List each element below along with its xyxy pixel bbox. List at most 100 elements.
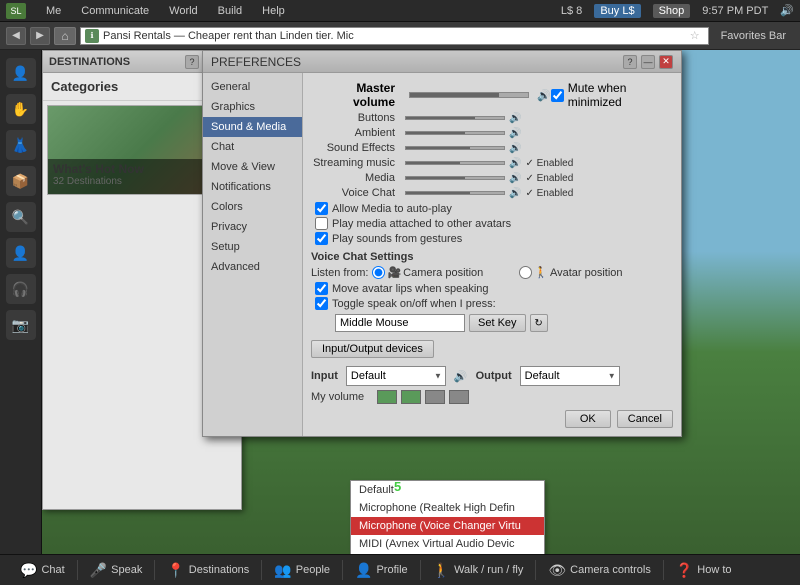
taskbar-howto[interactable]: ❓ How to xyxy=(666,558,742,583)
prefs-close-button[interactable]: ✕ xyxy=(659,55,673,69)
vol-ambient-icon[interactable]: 🔊 xyxy=(509,128,521,139)
input-dropdown-control[interactable]: Default ▼ xyxy=(346,366,446,386)
camera-position-option[interactable]: 🎥 Camera position xyxy=(372,266,483,279)
taskbar-destinations[interactable]: 📍 Destinations xyxy=(157,558,259,583)
vol-sound-effects-icon[interactable]: 🔊 xyxy=(509,143,521,154)
prefs-nav-graphics[interactable]: Graphics xyxy=(203,97,302,117)
input-select[interactable]: Default xyxy=(346,366,446,386)
vol-sound-effects-slider[interactable] xyxy=(405,146,505,150)
play-sounds-gestures-checkbox[interactable] xyxy=(315,232,328,245)
sidebar-snapshot-icon[interactable]: 📷 xyxy=(6,310,36,340)
vol-media-slider[interactable] xyxy=(405,176,505,180)
shop-button[interactable]: Shop xyxy=(653,4,691,18)
menu-communicate[interactable]: Communicate xyxy=(77,3,153,19)
buy-linden-button[interactable]: Buy L$ xyxy=(594,4,640,18)
preferences-titlebar: PREFERENCES ? — ✕ xyxy=(203,51,681,73)
camera-controls-icon: 👁 xyxy=(548,562,566,579)
sidebar-inventory-icon[interactable]: 📦 xyxy=(6,166,36,196)
prefs-nav-setup[interactable]: Setup xyxy=(203,237,302,257)
toggle-speak-label: Toggle speak on/off when I press: xyxy=(332,298,496,310)
output-select[interactable]: Default xyxy=(520,366,620,386)
vol-voice-chat-icon[interactable]: 🔊 xyxy=(509,188,521,199)
dd-item-midi[interactable]: MIDI (Avnex Virtual Audio Devic xyxy=(351,535,544,553)
navigation-bar: ◀ ▶ ⌂ ℹ Pansi Rentals — Cheaper rent tha… xyxy=(0,22,800,50)
vol-streaming-slider[interactable] xyxy=(405,161,505,165)
menu-build[interactable]: Build xyxy=(214,3,246,19)
vol-buttons-slider[interactable] xyxy=(405,116,505,120)
avatar-position-label: Avatar position xyxy=(550,267,623,279)
cancel-button[interactable]: Cancel xyxy=(617,410,673,428)
sidebar-profile-icon[interactable]: 👤 xyxy=(6,238,36,268)
refresh-button[interactable]: ↻ xyxy=(530,314,548,332)
taskbar-divider-2 xyxy=(154,560,155,580)
key-input-field[interactable] xyxy=(335,314,465,332)
play-media-avatars-row: Play media attached to other avatars xyxy=(311,217,673,230)
prefs-nav-sound-media[interactable]: Sound & Media xyxy=(203,117,302,137)
bookmark-button[interactable]: ☆ xyxy=(686,29,704,42)
taskbar-camera[interactable]: 👁 Camera controls xyxy=(538,558,660,583)
camera-position-radio[interactable] xyxy=(372,266,385,279)
sidebar-people-icon[interactable]: 👤 xyxy=(6,58,36,88)
prefs-nav-notifications[interactable]: Notifications xyxy=(203,177,302,197)
taskbar-walk-label: Walk / run / fly xyxy=(454,564,523,576)
key-input-section: Set Key ↻ xyxy=(311,314,673,332)
io-devices-button[interactable]: Input/Output devices xyxy=(311,340,434,358)
prefs-nav-advanced[interactable]: Advanced xyxy=(203,257,302,277)
auto-play-checkbox[interactable] xyxy=(315,202,328,215)
taskbar-speak[interactable]: 🎤 Speak xyxy=(80,558,153,583)
set-key-button[interactable]: Set Key xyxy=(469,314,526,332)
master-volume-slider[interactable] xyxy=(409,92,529,98)
auto-play-row: Allow Media to auto-play xyxy=(311,202,673,215)
move-avatar-checkbox[interactable] xyxy=(315,282,328,295)
vol-streaming-icon[interactable]: 🔊 xyxy=(509,158,521,169)
avatar-position-radio[interactable] xyxy=(519,266,532,279)
sidebar-search-icon[interactable]: 🔍 xyxy=(6,202,36,232)
url-bar[interactable]: ℹ Pansi Rentals — Cheaper rent than Lind… xyxy=(80,27,709,45)
taskbar-walk[interactable]: 🚶 Walk / run / fly xyxy=(423,558,534,583)
prefs-minimize-button[interactable]: — xyxy=(641,55,655,69)
ok-button[interactable]: OK xyxy=(565,410,611,428)
menu-me[interactable]: Me xyxy=(42,3,65,19)
volume-icon[interactable]: 🔊 xyxy=(780,4,794,17)
vol-voice-chat-slider[interactable] xyxy=(405,191,505,195)
master-volume-icon[interactable]: 🔊 xyxy=(537,89,551,102)
mute-minimized-checkbox[interactable] xyxy=(551,89,564,102)
prefs-help-button[interactable]: ? xyxy=(623,55,637,69)
output-dropdown-control[interactable]: Default ▼ xyxy=(520,366,620,386)
vol-ambient-label: Ambient xyxy=(311,127,401,139)
vol-media-icon[interactable]: 🔊 xyxy=(509,173,521,184)
taskbar-chat[interactable]: 💬 Chat xyxy=(10,558,75,583)
prefs-nav-chat[interactable]: Chat xyxy=(203,137,302,157)
toggle-speak-checkbox[interactable] xyxy=(315,297,328,310)
sidebar-audio-icon[interactable]: 🎧 xyxy=(6,274,36,304)
prefs-nav-privacy[interactable]: Privacy xyxy=(203,217,302,237)
back-button[interactable]: ◀ xyxy=(6,27,26,45)
vol-buttons-icon[interactable]: 🔊 xyxy=(509,113,521,124)
prefs-nav-move-view[interactable]: Move & View xyxy=(203,157,302,177)
avatar-position-option[interactable]: 🚶 Avatar position xyxy=(519,266,622,279)
menu-help[interactable]: Help xyxy=(258,3,289,19)
prefs-nav-general[interactable]: General xyxy=(203,77,302,97)
preferences-content: Master volume 🔊 Mute when minimized xyxy=(303,73,681,436)
home-button[interactable]: ⌂ xyxy=(54,27,76,45)
dd-item-default-system[interactable]: Default System Device xyxy=(351,553,544,554)
favorites-bar-label: Favorites Bar xyxy=(713,30,794,42)
top-menu-bar: SL Me Communicate World Build Help L$ 8 … xyxy=(0,0,800,22)
play-media-avatars-checkbox[interactable] xyxy=(315,217,328,230)
sidebar-move-icon[interactable]: ✋ xyxy=(6,94,36,124)
dd-item-default[interactable]: Default xyxy=(351,481,544,499)
taskbar-people[interactable]: 👥 People xyxy=(264,558,340,583)
input-device-dropdown[interactable]: Default Microphone (Realtek High Defin M… xyxy=(350,480,545,554)
streaming-enabled-label: ✓ Enabled xyxy=(525,158,573,169)
vol-streaming-row: Streaming music 🔊 ✓ Enabled xyxy=(311,157,673,169)
dd-item-voice-changer[interactable]: Microphone (Voice Changer Virtu xyxy=(351,517,544,535)
vol-ambient-slider[interactable] xyxy=(405,131,505,135)
dd-item-realtek[interactable]: Microphone (Realtek High Defin xyxy=(351,499,544,517)
forward-button[interactable]: ▶ xyxy=(30,27,50,45)
taskbar-profile[interactable]: 👤 Profile xyxy=(345,558,418,583)
sidebar-avatar-icon[interactable]: 👗 xyxy=(6,130,36,160)
destinations-help-button[interactable]: ? xyxy=(185,55,199,69)
avatar-walk-icon: 🚶 xyxy=(534,266,548,279)
menu-world[interactable]: World xyxy=(165,3,202,19)
prefs-nav-colors[interactable]: Colors xyxy=(203,197,302,217)
